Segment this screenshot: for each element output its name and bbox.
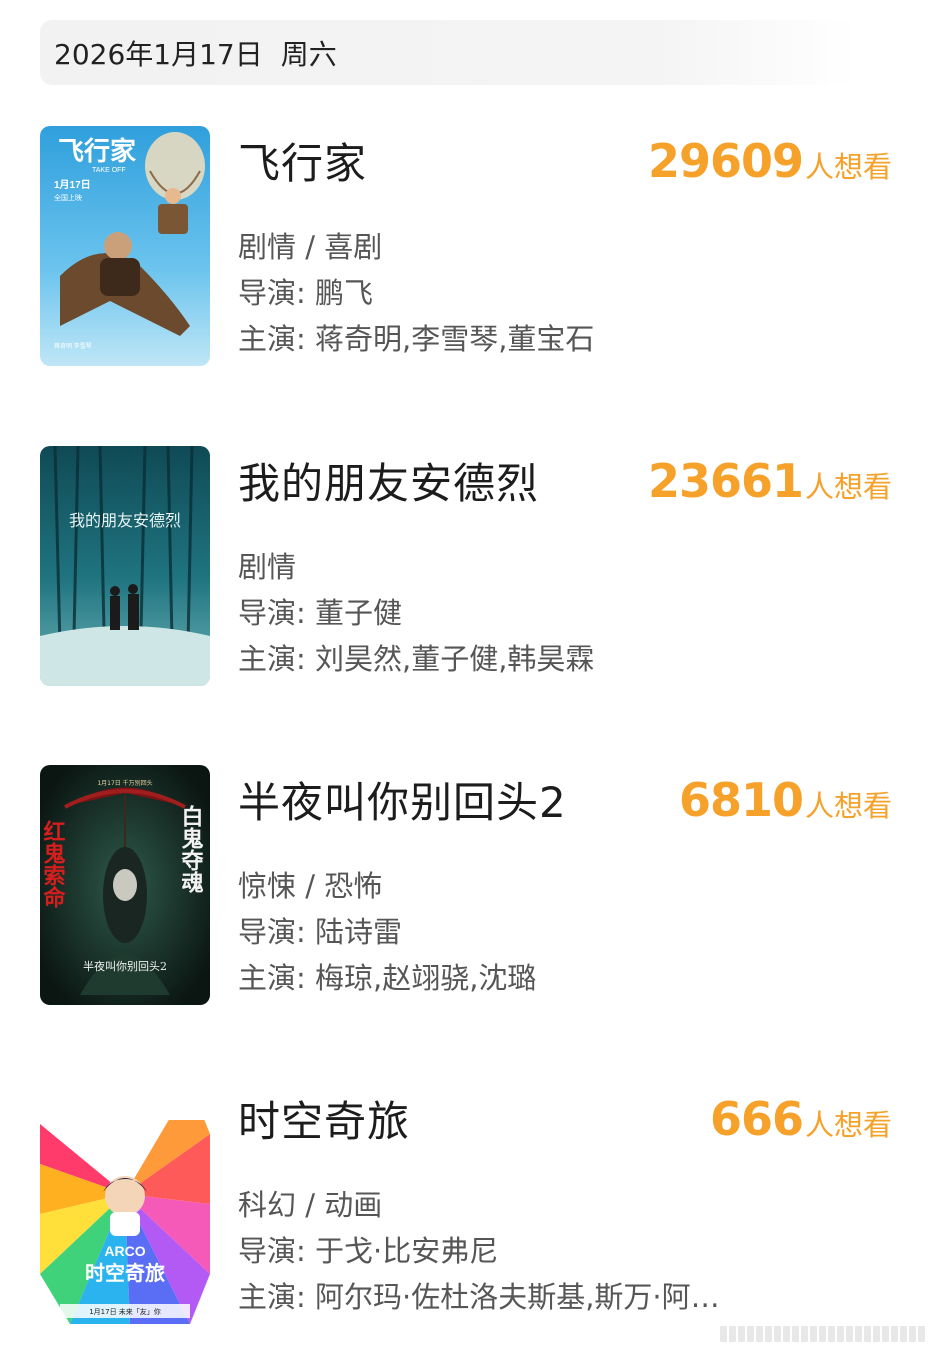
cast-value: 蒋奇明,李雪琴,董宝石 (315, 322, 595, 356)
svg-text:红鬼索命: 红鬼索命 (40, 819, 66, 909)
movie-director: 导演: 陆诗雷 (238, 909, 402, 951)
movie-card-andrei[interactable]: 我的朋友安德烈 我的朋友安德烈 23661 人想看 剧情 导演: 董子健 主演:… (40, 446, 900, 686)
movie-poster[interactable]: ARCO 时空奇旅 1月17日 未来「友」你 (40, 1084, 210, 1324)
svg-text:我的朋友安德烈: 我的朋友安德烈 (69, 511, 181, 530)
svg-text:时空奇旅: 时空奇旅 (85, 1261, 165, 1285)
svg-text:半夜叫你别回头2: 半夜叫你别回头2 (83, 959, 167, 973)
movie-title[interactable]: 飞行家 (238, 130, 367, 191)
svg-text:ARCO: ARCO (104, 1243, 145, 1259)
weekday-text: 周六 (280, 37, 337, 71)
movie-poster[interactable]: 飞行家 TAKE OFF 1月17日 全国上映 蒋奇明 李雪琴 (40, 126, 210, 366)
movie-card-feixingjia[interactable]: 飞行家 TAKE OFF 1月17日 全国上映 蒋奇明 李雪琴 飞行家 2960… (40, 126, 900, 366)
director-value: 于戈·比安弗尼 (315, 1234, 499, 1268)
poster-art-banye: 红鬼索命 白鬼夺魂 1月17日 千万别回头 半夜叫你别回头2 (40, 765, 210, 1005)
movie-cast: 主演: 梅琼,赵翊骁,沈璐 (238, 955, 536, 997)
wish-count-suffix: 人想看 (804, 1108, 892, 1142)
svg-text:蒋奇明 李雪琴: 蒋奇明 李雪琴 (54, 342, 92, 350)
watermark-strip (720, 1326, 930, 1344)
poster-art-arco: ARCO 时空奇旅 1月17日 未来「友」你 (40, 1084, 210, 1324)
wish-count: 29609 人想看 (648, 134, 892, 188)
movie-cast: 主演: 阿尔玛·佐杜洛夫斯基,斯万·阿… (238, 1274, 720, 1316)
director-value: 鹏飞 (315, 276, 374, 310)
movie-cast: 主演: 蒋奇明,李雪琴,董宝石 (238, 316, 594, 358)
cast-value: 梅琼,赵翊骁,沈璐 (315, 961, 537, 995)
movie-card-arco[interactable]: ARCO 时空奇旅 1月17日 未来「友」你 时空奇旅 666 人想看 科幻 /… (40, 1084, 900, 1324)
wish-count: 666 人想看 (710, 1092, 892, 1146)
movie-director: 导演: 鹏飞 (238, 270, 373, 312)
movie-director: 导演: 于戈·比安弗尼 (238, 1228, 498, 1270)
poster-art-andrei: 我的朋友安德烈 (40, 446, 210, 686)
movie-title[interactable]: 半夜叫你别回头2 (238, 769, 567, 830)
page: 2026年1月17日 周六 飞行家 TAKE OFF 1月17日 全国上映 蒋奇… (0, 0, 940, 1357)
director-value: 陆诗雷 (315, 915, 403, 949)
wish-count: 23661 人想看 (648, 454, 892, 508)
director-label: 导演: (238, 915, 315, 949)
movie-poster[interactable]: 我的朋友安德烈 (40, 446, 210, 686)
svg-text:飞行家: 飞行家 (58, 136, 136, 166)
cast-label: 主演: (238, 1280, 315, 1314)
svg-text:1月17日 千万别回头: 1月17日 千万别回头 (97, 779, 152, 787)
movie-cast: 主演: 刘昊然,董子健,韩昊霖 (238, 636, 594, 678)
cast-label: 主演: (238, 642, 315, 676)
movie-genre: 科幻 / 动画 (238, 1188, 383, 1222)
wish-count-suffix: 人想看 (804, 789, 892, 823)
svg-text:1月17日: 1月17日 (54, 179, 91, 191)
wish-count: 6810 人想看 (679, 773, 892, 827)
wish-count-suffix: 人想看 (804, 470, 892, 504)
wish-count-number: 666 (709, 1092, 804, 1146)
poster-art-feixingjia: 飞行家 TAKE OFF 1月17日 全国上映 蒋奇明 李雪琴 (40, 126, 210, 366)
director-value: 董子健 (315, 596, 403, 630)
movie-card-banye[interactable]: 红鬼索命 白鬼夺魂 1月17日 千万别回头 半夜叫你别回头2 半夜叫你别回头2 … (40, 765, 900, 1005)
movie-director: 导演: 董子健 (238, 590, 402, 632)
wish-count-number: 29609 (647, 134, 804, 188)
svg-text:全国上映: 全国上映 (54, 193, 82, 202)
movie-title[interactable]: 我的朋友安德烈 (238, 450, 539, 511)
cast-label: 主演: (238, 322, 315, 356)
cast-value: 刘昊然,董子健,韩昊霖 (315, 642, 595, 676)
date-header: 2026年1月17日 周六 (40, 20, 858, 85)
movie-genre: 惊悚 / 恐怖 (238, 869, 383, 903)
movie-genre: 剧情 / 喜剧 (238, 230, 383, 264)
movie-title[interactable]: 时空奇旅 (238, 1088, 410, 1149)
movie-genre: 剧情 (238, 550, 297, 584)
movie-poster[interactable]: 红鬼索命 白鬼夺魂 1月17日 千万别回头 半夜叫你别回头2 (40, 765, 210, 1005)
cast-value: 阿尔玛·佐杜洛夫斯基,斯万·阿… (315, 1280, 720, 1314)
svg-text:白鬼夺魂: 白鬼夺魂 (178, 804, 205, 894)
wish-count-suffix: 人想看 (804, 150, 892, 184)
date-text: 2026年1月17日 (54, 37, 263, 71)
svg-text:1月17日 未来「友」你: 1月17日 未来「友」你 (89, 1307, 161, 1316)
wish-count-number: 23661 (647, 454, 804, 508)
wish-count-number: 6810 (678, 773, 804, 827)
director-label: 导演: (238, 1234, 315, 1268)
svg-text:TAKE OFF: TAKE OFF (92, 167, 126, 174)
director-label: 导演: (238, 276, 315, 310)
cast-label: 主演: (238, 961, 315, 995)
director-label: 导演: (238, 596, 315, 630)
